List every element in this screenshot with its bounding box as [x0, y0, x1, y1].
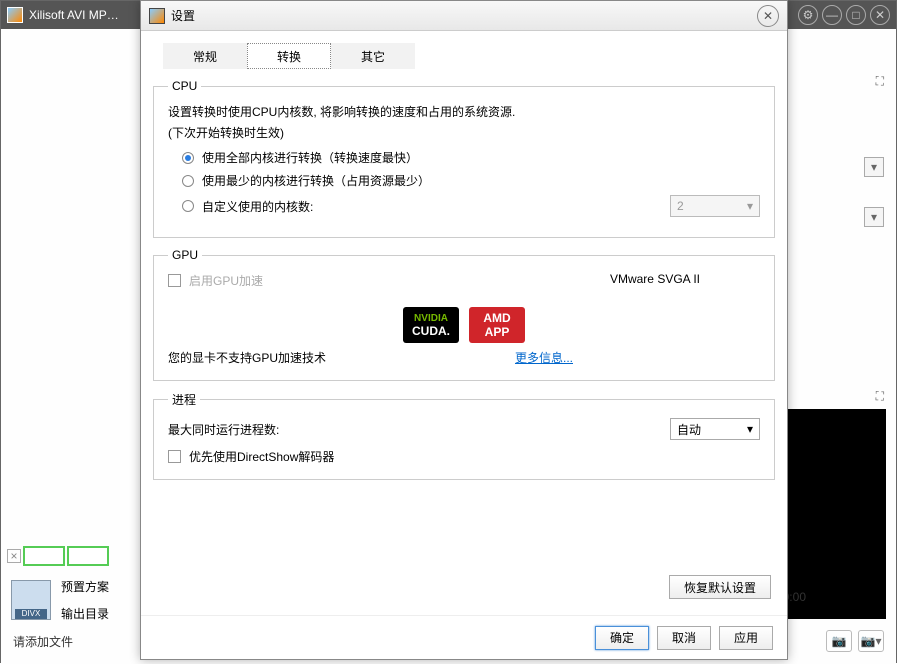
directshow-row[interactable]: 优先使用DirectShow解码器: [168, 448, 760, 465]
snapshot-settings-icon[interactable]: 📷▾: [858, 630, 884, 652]
tab-general[interactable]: 常规: [163, 43, 247, 69]
dialog-footer: 确定 取消 应用: [141, 615, 787, 659]
dialog-body: 常规 转换 其它 CPU 设置转换时使用CPU内核数, 将影响转换的速度和占用的…: [141, 31, 787, 615]
thumb-1[interactable]: [23, 546, 65, 566]
tab-other[interactable]: 其它: [331, 43, 415, 69]
radio-custom-cores-label: 自定义使用的内核数:: [202, 198, 313, 215]
cores-select: 2 ▾: [670, 195, 760, 217]
preset-label: 预置方案: [61, 578, 109, 595]
radio-all-cores-label: 使用全部内核进行转换（转换速度最快）: [202, 149, 418, 166]
snapshot-icon[interactable]: 📷: [826, 630, 852, 652]
radio-min-cores-row[interactable]: 使用最少的内核进行转换（占用资源最少）: [182, 172, 760, 189]
cancel-button[interactable]: 取消: [657, 626, 711, 650]
radio-custom-cores[interactable]: [182, 200, 194, 212]
cpu-desc: 设置转换时使用CPU内核数, 将影响转换的速度和占用的系统资源.: [168, 103, 760, 120]
tab-bar: 常规 转换 其它: [163, 43, 775, 69]
dropdown-arrow-2[interactable]: ▾: [864, 207, 884, 227]
radio-min-cores-label: 使用最少的内核进行转换（占用资源最少）: [202, 172, 430, 189]
gpu-legend: GPU: [168, 248, 202, 262]
divx-file-icon[interactable]: DIVX: [11, 580, 51, 620]
cores-value: 2: [677, 199, 684, 213]
cpu-group: CPU 设置转换时使用CPU内核数, 将影响转换的速度和占用的系统资源. (下次…: [153, 79, 775, 238]
ok-button[interactable]: 确定: [595, 626, 649, 650]
gpu-unsupported-note: 您的显卡不支持GPU加速技术: [168, 349, 328, 366]
thumb-2[interactable]: [67, 546, 109, 566]
cpu-note: (下次开始转换时生效): [168, 124, 760, 141]
expand-icon[interactable]: ⛶: [876, 74, 884, 89]
settings-dialog: 设置 ✕ 常规 转换 其它 CPU 设置转换时使用CPU内核数, 将影响转换的速…: [140, 0, 788, 660]
process-legend: 进程: [168, 391, 200, 408]
radio-custom-cores-row[interactable]: 自定义使用的内核数: 2 ▾: [182, 195, 760, 217]
dialog-close-icon[interactable]: ✕: [757, 5, 779, 27]
dropdown-arrow-1[interactable]: ▾: [864, 157, 884, 177]
directshow-checkbox[interactable]: [168, 450, 181, 463]
dialog-logo-icon: [149, 8, 165, 24]
cpu-legend: CPU: [168, 79, 201, 93]
gpu-enable-label: 启用GPU加速: [189, 272, 263, 289]
restore-defaults-button[interactable]: 恢复默认设置: [669, 575, 771, 599]
directshow-label: 优先使用DirectShow解码器: [189, 448, 334, 465]
settings-icon[interactable]: ⚙: [798, 5, 818, 25]
thumbnail-row: ×: [7, 546, 109, 566]
gpu-enable-row: 启用GPU加速: [168, 272, 263, 289]
gpu-more-link[interactable]: 更多信息...: [328, 349, 760, 366]
max-proc-label: 最大同时运行进程数:: [168, 421, 279, 438]
gpu-enable-checkbox: [168, 274, 181, 287]
radio-all-cores-row[interactable]: 使用全部内核进行转换（转换速度最快）: [182, 149, 760, 166]
maximize-icon[interactable]: □: [846, 5, 866, 25]
dialog-title: 设置: [171, 7, 757, 24]
radio-all-cores[interactable]: [182, 152, 194, 164]
radio-min-cores[interactable]: [182, 175, 194, 187]
output-label: 输出目录: [61, 605, 109, 622]
chevron-down-icon: ▾: [747, 422, 753, 436]
nvidia-logo-icon: NVIDIA CUDA.: [403, 307, 459, 343]
gpu-card-name: VMware SVGA II: [610, 272, 700, 286]
minimize-icon[interactable]: —: [822, 5, 842, 25]
chevron-down-icon: ▾: [747, 199, 753, 213]
gpu-group: GPU 启用GPU加速 VMware SVGA II NVIDIA CUDA. …: [153, 248, 775, 381]
max-proc-select[interactable]: 自动 ▾: [670, 418, 760, 440]
add-files-prompt: 请添加文件: [13, 633, 73, 650]
app-logo-icon: [7, 7, 23, 23]
apply-button[interactable]: 应用: [719, 626, 773, 650]
dialog-titlebar: 设置 ✕: [141, 1, 787, 31]
restore-panel-icon[interactable]: ⛶: [876, 389, 884, 404]
max-proc-value: 自动: [677, 421, 701, 438]
close-icon[interactable]: ✕: [870, 5, 890, 25]
tab-convert[interactable]: 转换: [247, 43, 331, 69]
process-group: 进程 最大同时运行进程数: 自动 ▾ 优先使用DirectShow解码器: [153, 391, 775, 480]
clear-thumb-icon[interactable]: ×: [7, 549, 21, 563]
amd-logo-icon: AMD APP: [469, 307, 525, 343]
